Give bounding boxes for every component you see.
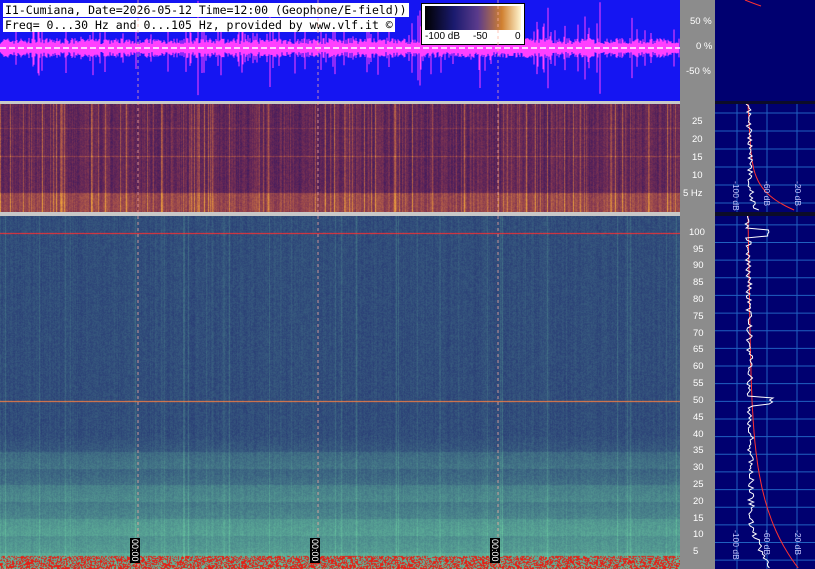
freq-tick-low-10: 10 [692, 170, 703, 181]
waveform-tick-neg50: -50 % [686, 66, 711, 77]
freq-tick-high-75: 75 [693, 310, 704, 322]
side-spectrum-average [747, 216, 799, 569]
freq-tick-high-65: 65 [693, 344, 704, 356]
freq-tick-high-45: 45 [693, 411, 704, 423]
freq-tick-high-10: 10 [693, 529, 704, 541]
side-spectrum-high-panel [715, 215, 815, 569]
freq-tick-high-80: 80 [693, 294, 704, 306]
side-spectrum-high [715, 215, 815, 569]
side-high-xlabel-2: -60 dB [762, 530, 772, 556]
side-low-xlabel-3: -20 dB [793, 181, 803, 207]
side-low-xlabel-1: -100 dB [731, 181, 741, 211]
waveform-tick-50: 50 % [690, 16, 712, 27]
freq-tick-low-20: 20 [692, 134, 703, 145]
waveform-tick-0: 0 % [696, 41, 713, 52]
side-spectrum-current [745, 103, 759, 211]
freq-tick-high-30: 30 [693, 462, 704, 474]
side-spectrum-current [744, 215, 775, 569]
side-high-xlabel-3: -20 dB [793, 530, 803, 556]
freq-tick-high-25: 25 [693, 478, 704, 490]
freq-tick-low-15: 15 [692, 152, 703, 163]
freq-tick-high-100: 100 [689, 226, 705, 238]
freq-tick-high-20: 20 [693, 495, 704, 507]
side-top-plot [744, 0, 762, 7]
time-label-1: 00:00 [130, 538, 140, 563]
freq-tick-high-55: 55 [693, 378, 704, 390]
side-top-curve [744, 0, 762, 7]
vlf-monitor: I1-Cumiana, Date=2026-05-12 Time=12:00 (… [0, 0, 815, 569]
freq-tick-low-25: 25 [692, 116, 703, 127]
freq-tick-high-35: 35 [693, 445, 704, 457]
freq-tick-high-50: 50 [693, 394, 704, 406]
time-label-3: 00:00 [490, 538, 500, 563]
time-label-2: 00:00 [310, 538, 320, 563]
time-marker-overlay [137, 0, 499, 569]
freq-tick-high-40: 40 [693, 428, 704, 440]
side-high-xlabel-1: -100 dB [731, 530, 741, 560]
freq-tick-high-95: 95 [693, 243, 704, 255]
freq-tick-high-85: 85 [693, 277, 704, 289]
freq-tick-high-15: 15 [693, 512, 704, 524]
freq-tick-high-70: 70 [693, 327, 704, 339]
freq-tick-high-60: 60 [693, 361, 704, 373]
side-low-xlabel-2: -60 dB [762, 181, 772, 207]
freq-tick-low-5: 5 Hz [683, 188, 703, 199]
freq-tick-high-5: 5 [693, 546, 699, 558]
side-panel-top [715, 0, 815, 101]
freq-tick-high-90: 90 [693, 260, 704, 272]
